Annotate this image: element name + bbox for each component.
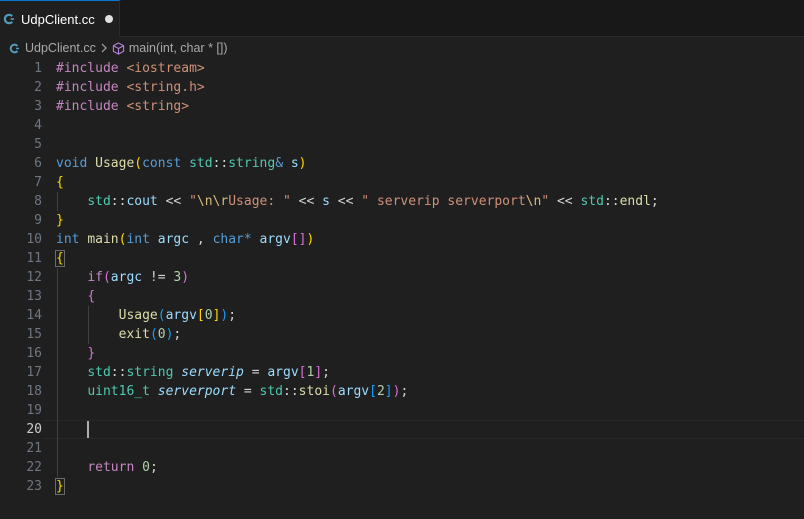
breadcrumb-file-label: UdpClient.cc xyxy=(25,41,96,55)
code-line: return 0; xyxy=(87,460,158,475)
breadcrumb-symbol-label: main(int, char * []) xyxy=(128,41,228,55)
line-number: 15 xyxy=(26,327,42,342)
code-line: exit(0); xyxy=(118,327,182,342)
code-line: void Usage(const std::string& s) xyxy=(56,156,307,171)
code-line: std::string serverip = argv[1]; xyxy=(87,365,330,380)
cpp-file-icon xyxy=(9,43,20,54)
line-number: 12 xyxy=(26,270,42,285)
line-number: 1 xyxy=(34,61,42,76)
line-number: 18 xyxy=(26,384,42,399)
unsaved-changes-dot-icon[interactable] xyxy=(104,15,113,23)
line-number: 3 xyxy=(34,99,42,114)
tab-bar: UdpClient.cc xyxy=(0,0,804,37)
breadcrumb-file[interactable]: UdpClient.cc xyxy=(9,41,96,55)
code-line: } xyxy=(55,477,804,496)
line-number: 11 xyxy=(26,251,42,266)
cube-icon xyxy=(112,41,125,55)
line-number: 22 xyxy=(26,460,42,475)
code-line-active[interactable] xyxy=(56,420,804,439)
line-number-gutter[interactable]: 1 2 3 4 5 6 7 8 9 10 11 12 13 14 15 16 1… xyxy=(0,59,42,496)
line-number: 14 xyxy=(26,308,42,323)
text-cursor xyxy=(87,421,89,438)
line-number: 13 xyxy=(26,289,42,304)
code-line: #include <string.h> xyxy=(56,80,205,95)
tab-label: UdpClient.cc xyxy=(21,11,95,27)
code-line: if(argc != 3) xyxy=(87,270,190,285)
line-number: 19 xyxy=(26,403,42,418)
matched-bracket: } xyxy=(55,478,65,495)
code-line: uint16_t serverport = std::stoi(argv[2])… xyxy=(87,384,409,399)
breadcrumb: UdpClient.cc main(int, char * []) xyxy=(0,37,804,59)
code-line: int main(int argc , char* argv[]) xyxy=(56,232,315,247)
code-line: #include <string> xyxy=(56,99,190,114)
line-number: 9 xyxy=(34,213,42,228)
line-number: 21 xyxy=(26,441,42,456)
chevron-right-icon xyxy=(100,43,108,53)
code-line: Usage(argv[0]); xyxy=(118,308,237,323)
line-number: 2 xyxy=(34,80,42,95)
line-number: 7 xyxy=(34,175,42,190)
matched-bracket: { xyxy=(55,250,65,267)
code-line: std::cout << "\n\rUsage: " << s << " ser… xyxy=(87,194,659,209)
line-number: 4 xyxy=(34,118,42,133)
cpp-file-icon xyxy=(3,13,15,25)
line-number: 10 xyxy=(26,232,42,247)
code-editor[interactable]: 1 2 3 4 5 6 7 8 9 10 11 12 13 14 15 16 1… xyxy=(0,59,804,519)
tab-udpclient[interactable]: UdpClient.cc xyxy=(0,0,120,37)
line-number: 6 xyxy=(34,156,42,171)
line-number-active: 20 xyxy=(26,422,42,437)
line-number: 17 xyxy=(26,365,42,380)
line-number: 23 xyxy=(26,479,42,494)
code-line: } xyxy=(87,346,96,361)
line-number: 5 xyxy=(34,137,42,152)
code-line: } xyxy=(56,213,64,228)
code-lines[interactable]: #include <iostream> #include <string.h> … xyxy=(55,59,804,496)
code-line: { xyxy=(55,249,804,268)
line-number: 16 xyxy=(26,346,42,361)
code-line: { xyxy=(56,175,64,190)
code-line: #include <iostream> xyxy=(56,61,205,76)
breadcrumb-symbol[interactable]: main(int, char * []) xyxy=(112,41,228,55)
line-number: 8 xyxy=(34,194,42,209)
code-line: { xyxy=(87,289,96,304)
